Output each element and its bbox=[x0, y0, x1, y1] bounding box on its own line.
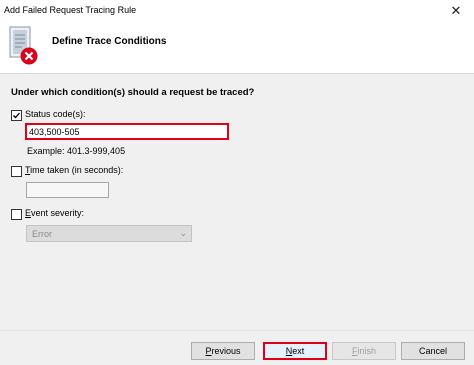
close-button[interactable]: ✕ bbox=[438, 0, 474, 21]
next-button[interactable]: Next bbox=[263, 342, 327, 360]
event-severity-label: Event severity: bbox=[25, 208, 85, 218]
status-codes-checkbox[interactable] bbox=[11, 110, 22, 121]
event-severity-select[interactable]: Error ⌄ bbox=[26, 225, 192, 242]
status-codes-label: Status code(s): bbox=[25, 109, 86, 119]
cancel-button[interactable]: Cancel bbox=[401, 342, 465, 360]
status-codes-input[interactable]: 403,500-505 bbox=[25, 123, 229, 140]
page-title: Define Trace Conditions bbox=[52, 36, 167, 47]
time-taken-input[interactable] bbox=[26, 182, 109, 198]
time-taken-label: Time taken (in seconds): bbox=[25, 165, 124, 175]
status-codes-example: Example: 401.3-999,405 bbox=[27, 146, 126, 156]
event-severity-value: Error bbox=[32, 229, 52, 239]
question-label: Under which condition(s) should a reques… bbox=[11, 87, 255, 98]
title-bar: Add Failed Request Tracing Rule ✕ bbox=[0, 0, 474, 21]
status-codes-value: 403,500-505 bbox=[29, 127, 80, 137]
time-taken-checkbox[interactable] bbox=[11, 166, 22, 177]
trace-rule-error-icon bbox=[9, 26, 38, 65]
chevron-down-icon: ⌄ bbox=[179, 228, 187, 238]
window-title: Add Failed Request Tracing Rule bbox=[4, 5, 137, 15]
wizard-body: Under which condition(s) should a reques… bbox=[0, 73, 474, 331]
finish-button: Finish bbox=[332, 342, 396, 360]
wizard-header: Define Trace Conditions bbox=[0, 21, 474, 73]
checkmark-icon bbox=[13, 112, 20, 119]
previous-button[interactable]: Previous bbox=[191, 342, 255, 360]
close-icon: ✕ bbox=[450, 2, 462, 18]
event-severity-checkbox[interactable] bbox=[11, 209, 22, 220]
button-bar: Previous Next Finish Cancel bbox=[0, 330, 474, 365]
